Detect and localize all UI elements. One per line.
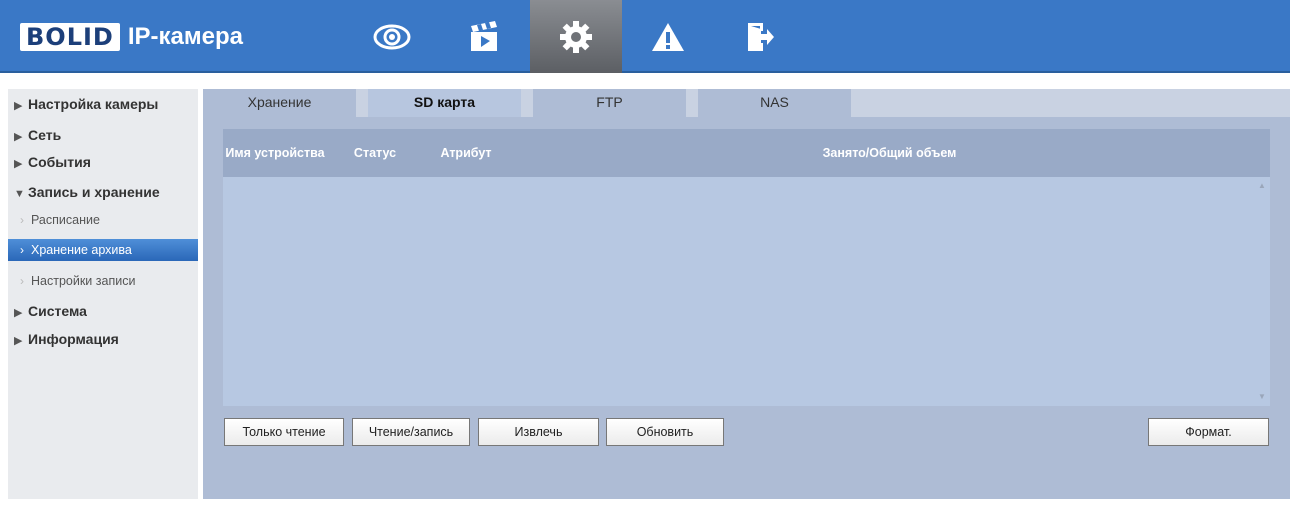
- top-nav: [346, 0, 806, 73]
- tab-ftp[interactable]: FTP: [533, 89, 686, 117]
- eye-icon: [373, 24, 411, 49]
- column-header-status: Статус: [353, 146, 397, 160]
- triangle-right-icon: ▶: [14, 100, 23, 112]
- format-button[interactable]: Формат.: [1148, 418, 1269, 446]
- sd-card-table: Имя устройства Статус Атрибут Занято/Общ…: [223, 129, 1270, 406]
- column-header-used-total: Занято/Общий объем: [822, 146, 957, 160]
- nav-live-view[interactable]: [346, 0, 438, 73]
- triangle-right-icon: ▶: [14, 131, 23, 143]
- sidebar-item-record-storage[interactable]: ▼ Запись и хранение: [8, 181, 198, 203]
- nav-alarm[interactable]: [622, 0, 714, 73]
- sd-card-panel: Имя устройства Статус Атрибут Занято/Общ…: [203, 117, 1290, 499]
- sidebar-subitem-schedule[interactable]: › Расписание: [8, 209, 198, 231]
- tab-sd-card[interactable]: SD карта: [368, 89, 521, 117]
- tab-storage[interactable]: Хранение: [203, 89, 356, 117]
- triangle-right-icon: ▶: [14, 307, 23, 319]
- tab-nas[interactable]: NAS: [698, 89, 851, 117]
- logo: BOLID IP-камера: [20, 22, 243, 52]
- sidebar-item-label: Сеть: [28, 127, 62, 143]
- logout-icon: [748, 22, 774, 51]
- scroll-down-icon[interactable]: ▼: [1257, 392, 1267, 402]
- scroll-up-icon[interactable]: ▲: [1257, 181, 1267, 191]
- refresh-button[interactable]: Обновить: [606, 418, 724, 446]
- sidebar-item-label: Запись и хранение: [28, 184, 160, 200]
- chevron-right-icon: ›: [20, 243, 24, 257]
- column-header-device-name: Имя устройства: [225, 146, 325, 160]
- sidebar-item-label: События: [28, 154, 91, 170]
- sidebar-item-network[interactable]: ▶ Сеть: [8, 124, 198, 146]
- main-content: Хранение SD карта FTP NAS Имя устройства…: [203, 89, 1290, 499]
- clapperboard-icon: [471, 20, 497, 51]
- sidebar-item-information[interactable]: ▶ Информация: [8, 328, 198, 350]
- sidebar-item-label: Информация: [28, 331, 119, 347]
- nav-settings[interactable]: [530, 0, 622, 73]
- column-header-attribute: Атрибут: [440, 146, 492, 160]
- logo-mark: BOLID: [20, 23, 120, 51]
- triangle-right-icon: ▶: [14, 335, 23, 347]
- nav-playback[interactable]: [438, 0, 530, 73]
- gear-icon: [560, 20, 592, 53]
- table-header: Имя устройства Статус Атрибут Занято/Общ…: [223, 129, 1270, 177]
- triangle-right-icon: ▶: [14, 158, 23, 170]
- sidebar-subitem-label: Настройки записи: [31, 274, 136, 288]
- app-title: IP-камера: [127, 23, 243, 50]
- sidebar-item-label: Система: [28, 303, 87, 319]
- sidebar-subitem-record-settings[interactable]: › Настройки записи: [8, 270, 198, 292]
- sidebar-subitem-label: Хранение архива: [31, 243, 132, 257]
- sidebar: ▶ Настройка камеры ▶ Сеть ▶ События ▼ Запись…: [8, 89, 198, 499]
- eject-button[interactable]: Извлечь: [478, 418, 599, 446]
- sidebar-item-system[interactable]: ▶ Система: [8, 300, 198, 322]
- sidebar-subitem-label: Расписание: [31, 213, 100, 227]
- warning-icon: [652, 22, 684, 51]
- read-only-button[interactable]: Только чтение: [224, 418, 344, 446]
- sidebar-item-events[interactable]: ▶ События: [8, 151, 198, 173]
- chevron-right-icon: ›: [20, 274, 24, 288]
- nav-logout[interactable]: [714, 0, 806, 73]
- read-write-button[interactable]: Чтение/запись: [352, 418, 470, 446]
- sidebar-subitem-archive-storage[interactable]: › Хранение архива: [8, 239, 198, 261]
- sidebar-item-label: Настройка камеры: [28, 96, 159, 112]
- logo-text: BOLID: [26, 23, 114, 51]
- tab-bar: Хранение SD карта FTP NAS: [203, 89, 1290, 117]
- app-header: BOLID IP-камера: [0, 0, 1290, 73]
- table-scrollbar[interactable]: ▲ ▼: [1254, 177, 1270, 406]
- triangle-down-icon: ▼: [14, 188, 25, 200]
- sidebar-item-camera-settings[interactable]: ▶ Настройка камеры: [8, 93, 198, 115]
- chevron-right-icon: ›: [20, 213, 24, 227]
